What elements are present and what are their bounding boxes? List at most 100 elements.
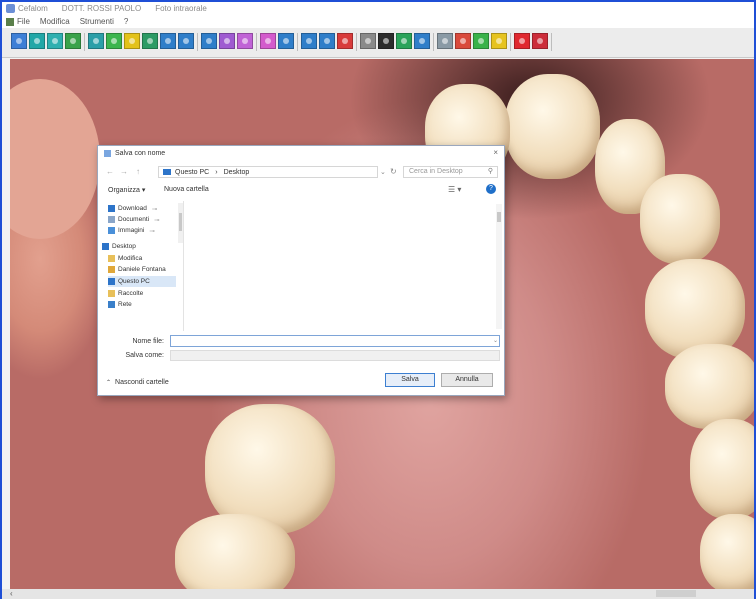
toolbar-button-24[interactable]	[455, 33, 471, 49]
search-input[interactable]: Cerca in Desktop ⚲	[403, 166, 498, 178]
toolbar-button-17[interactable]	[319, 33, 335, 49]
toolbar-button-8[interactable]	[142, 33, 158, 49]
toolbar	[2, 28, 754, 58]
nav-item-questo-pc[interactable]: Questo PC	[108, 276, 176, 287]
toolbar-button-1[interactable]	[11, 33, 27, 49]
file-list[interactable]	[186, 201, 498, 331]
cancel-button[interactable]: Annulla	[441, 373, 493, 387]
nav-item-daniele-fontana[interactable]: Daniele Fontana	[108, 264, 176, 275]
toolbar-button-26[interactable]	[491, 33, 507, 49]
toolbar-button-27[interactable]	[514, 33, 530, 49]
nav-item-raccolte[interactable]: Raccolte	[108, 288, 176, 299]
toolbar-button-9[interactable]	[160, 33, 176, 49]
toolbar-button-3[interactable]	[47, 33, 63, 49]
title-bar: Cefalom DOTT. ROSSI PAOLO Foto intraoral…	[2, 2, 754, 15]
menu-edit[interactable]: Modifica	[40, 17, 70, 26]
tooth-molar	[665, 344, 754, 429]
nav-item-desktop[interactable]: Desktop	[102, 241, 176, 252]
toolbar-button-7[interactable]	[124, 33, 140, 49]
horizontal-scrollbar-thumb[interactable]	[656, 590, 696, 597]
nav-item-label: Download	[118, 205, 147, 212]
menu-app-icon	[6, 17, 14, 26]
tooth-molar-left-2	[175, 514, 295, 589]
tooth-incisor	[505, 74, 600, 179]
toolbar-button-25[interactable]	[473, 33, 489, 49]
nav-item-rete[interactable]: Rete	[108, 299, 176, 310]
nav-item-label: Documenti	[118, 216, 150, 223]
toolbar-button-16[interactable]	[301, 33, 317, 49]
file-name-dropdown-icon[interactable]: ⌄	[493, 337, 498, 344]
status-bar: ‹	[2, 589, 754, 599]
toolbar-button-12[interactable]	[219, 33, 235, 49]
toolbar-button-23[interactable]	[437, 33, 453, 49]
toolbar-button-10[interactable]	[178, 33, 194, 49]
breadcrumb-desktop[interactable]: Desktop	[224, 169, 250, 176]
toolbar-button-28[interactable]	[532, 33, 548, 49]
pc-icon	[163, 169, 171, 175]
toolbar-separator	[256, 33, 257, 51]
toolbar-button-15[interactable]	[278, 33, 294, 49]
nav-item-label: Modifica	[118, 255, 143, 262]
lip-shape	[10, 79, 100, 239]
tooth-molar-2	[690, 419, 754, 519]
new-folder-button[interactable]: Nuova cartella	[164, 186, 209, 193]
nav-item-immagini[interactable]: Immagini ⊸	[108, 225, 176, 236]
title-patient: DOTT. ROSSI PAOLO	[61, 4, 142, 13]
search-placeholder: Cerca in Desktop	[409, 168, 463, 175]
breadcrumb-this-pc[interactable]: Questo PC	[175, 169, 209, 176]
up-button[interactable]: ↑	[136, 167, 140, 176]
toolbar-button-14[interactable]	[260, 33, 276, 49]
tooth-molar-3	[700, 514, 754, 589]
user-folder-icon	[108, 266, 115, 273]
pc-icon	[108, 278, 115, 285]
toolbar-button-5[interactable]	[88, 33, 104, 49]
forward-button[interactable]: →	[120, 167, 128, 176]
libraries-icon	[108, 290, 115, 297]
toolbar-button-22[interactable]	[414, 33, 430, 49]
pin-icon: ⊸	[149, 227, 155, 235]
toolbar-button-6[interactable]	[106, 33, 122, 49]
network-icon	[108, 301, 115, 308]
pictures-icon	[108, 227, 115, 234]
menu-tools[interactable]: Strumenti	[80, 17, 114, 26]
file-type-select[interactable]	[170, 350, 500, 361]
help-icon[interactable]: ?	[486, 184, 496, 194]
tooth-premolar-2	[645, 259, 745, 359]
file-list-scrollbar[interactable]	[496, 204, 502, 329]
app-icon	[6, 4, 15, 13]
scroll-left-arrow[interactable]: ‹	[10, 589, 13, 598]
view-options-button[interactable]: ☰ ▾	[448, 185, 461, 194]
dialog-navigation-bar: ← → ↑ Questo PC › Desktop ⌄ ↻ Cerca in D…	[98, 164, 504, 180]
toolbar-button-19[interactable]	[360, 33, 376, 49]
refresh-icon[interactable]: ↻	[390, 167, 397, 176]
toolbar-button-20[interactable]	[378, 33, 394, 49]
toolbar-button-2[interactable]	[29, 33, 45, 49]
toolbar-separator	[433, 33, 434, 51]
menu-help[interactable]: ?	[124, 17, 128, 26]
toolbar-button-18[interactable]	[337, 33, 353, 49]
nav-item-download[interactable]: Download ⊸	[108, 203, 176, 214]
back-button[interactable]: ←	[106, 167, 114, 176]
nav-item-modifica[interactable]: Modifica	[108, 253, 176, 264]
toolbar-button-4[interactable]	[65, 33, 81, 49]
address-bar[interactable]: Questo PC › Desktop	[158, 166, 378, 178]
file-name-input[interactable]	[170, 335, 500, 347]
dialog-command-bar: Organizza ▾ Nuova cartella ☰ ▾ ?	[98, 184, 504, 198]
chevron-down-icon[interactable]: ⌄	[380, 168, 386, 176]
toolbar-separator	[197, 33, 198, 51]
navigation-scrollbar[interactable]	[178, 203, 183, 243]
toolbar-button-13[interactable]	[237, 33, 253, 49]
hide-folders-toggle[interactable]: ⌃ Nascondi cartelle	[106, 379, 169, 386]
close-button[interactable]: ×	[493, 148, 498, 157]
save-as-dialog: Salva con nome × ← → ↑ Questo PC › Deskt…	[97, 145, 505, 396]
toolbar-separator	[551, 33, 552, 51]
organize-button[interactable]: Organizza ▾	[108, 186, 145, 194]
toolbar-button-21[interactable]	[396, 33, 412, 49]
menu-file[interactable]: File	[17, 17, 30, 26]
chevron-up-icon: ⌃	[106, 380, 112, 386]
nav-item-documenti[interactable]: Documenti ⊸	[108, 214, 176, 225]
save-button[interactable]: Salva	[385, 373, 435, 387]
toolbar-separator	[297, 33, 298, 51]
toolbar-separator	[510, 33, 511, 51]
toolbar-button-11[interactable]	[201, 33, 217, 49]
